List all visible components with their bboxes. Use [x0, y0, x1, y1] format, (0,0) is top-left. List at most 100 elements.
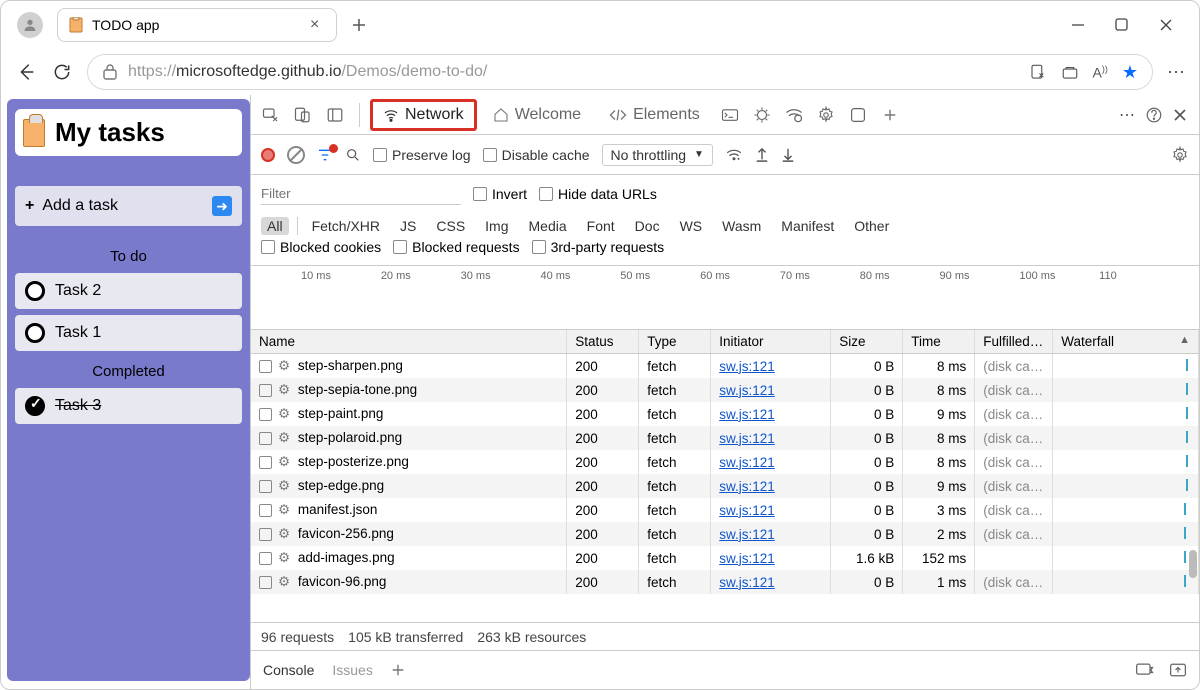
type-filter-doc[interactable]: Doc — [629, 217, 666, 235]
task-checkbox[interactable] — [25, 396, 45, 416]
table-row[interactable]: ⚙ add-images.png200fetchsw.js:1211.6 kB1… — [251, 546, 1199, 570]
window-close-icon[interactable] — [1159, 18, 1179, 32]
row-checkbox[interactable] — [259, 384, 272, 397]
invert-checkbox[interactable]: Invert — [473, 186, 527, 202]
row-checkbox[interactable] — [259, 360, 272, 373]
throttling-select[interactable]: No throttling ▼ — [602, 144, 713, 166]
table-row[interactable]: ⚙ step-posterize.png200fetchsw.js:1210 B… — [251, 450, 1199, 474]
refresh-button[interactable] — [51, 62, 73, 82]
drawer-add-tab-icon[interactable] — [391, 663, 405, 677]
type-filter-font[interactable]: Font — [581, 217, 621, 235]
help-icon[interactable] — [1145, 106, 1163, 124]
third-party-checkbox[interactable]: 3rd-party requests — [532, 239, 665, 255]
table-row[interactable]: ⚙ manifest.json200fetchsw.js:1210 B3 ms(… — [251, 498, 1199, 522]
column-fulfilled[interactable]: Fulfilled… — [975, 330, 1053, 354]
type-filter-ws[interactable]: WS — [674, 217, 709, 235]
tab-close-icon[interactable]: × — [310, 16, 326, 34]
browser-menu-icon[interactable]: ⋯ — [1167, 62, 1185, 83]
filter-input[interactable] — [261, 183, 461, 205]
network-conditions-toolbar-icon[interactable] — [725, 147, 743, 163]
row-checkbox[interactable] — [259, 576, 272, 589]
export-har-icon[interactable] — [781, 147, 795, 163]
blocked-requests-checkbox[interactable]: Blocked requests — [393, 239, 519, 255]
network-settings-icon[interactable] — [1171, 146, 1189, 164]
row-checkbox[interactable] — [259, 480, 272, 493]
task-item[interactable]: Task 2 — [15, 273, 242, 309]
column-size[interactable]: Size — [831, 330, 903, 354]
drawer-expand-icon[interactable] — [1169, 662, 1187, 678]
table-row[interactable]: ⚙ favicon-96.png200fetchsw.js:1210 B1 ms… — [251, 570, 1199, 594]
table-row[interactable]: ⚙ step-sepia-tone.png200fetchsw.js:1210 … — [251, 378, 1199, 402]
close-devtools-icon[interactable] — [1173, 108, 1187, 122]
tab-welcome[interactable]: Welcome — [481, 100, 593, 130]
task-item[interactable]: Task 1 — [15, 315, 242, 351]
row-checkbox[interactable] — [259, 504, 272, 517]
collections-icon[interactable] — [1061, 64, 1079, 80]
drawer-tab-console[interactable]: Console — [263, 662, 314, 678]
dock-side-icon[interactable] — [321, 101, 349, 129]
initiator-link[interactable]: sw.js:121 — [711, 474, 831, 498]
import-har-icon[interactable] — [755, 147, 769, 163]
type-filter-all[interactable]: All — [261, 217, 289, 235]
preserve-log-checkbox[interactable]: Preserve log — [373, 147, 471, 163]
type-filter-fetch/xhr[interactable]: Fetch/XHR — [306, 217, 386, 235]
table-row[interactable]: ⚙ step-edge.png200fetchsw.js:1210 B9 ms(… — [251, 474, 1199, 498]
edit-page-icon[interactable] — [1029, 63, 1047, 81]
task-checkbox[interactable] — [25, 323, 45, 343]
window-minimize-icon[interactable] — [1071, 18, 1091, 32]
task-checkbox[interactable] — [25, 281, 45, 301]
submit-task-button[interactable]: ➜ — [212, 196, 232, 216]
initiator-link[interactable]: sw.js:121 — [711, 450, 831, 474]
favorite-icon[interactable]: ★ — [1122, 62, 1138, 83]
back-button[interactable] — [15, 61, 37, 83]
drawer-errors-icon[interactable] — [1135, 662, 1155, 678]
network-conditions-icon[interactable] — [780, 101, 808, 129]
initiator-link[interactable]: sw.js:121 — [711, 522, 831, 546]
disable-cache-checkbox[interactable]: Disable cache — [483, 147, 590, 163]
more-tools-icon[interactable] — [844, 101, 872, 129]
initiator-link[interactable]: sw.js:121 — [711, 402, 831, 426]
table-row[interactable]: ⚙ step-paint.png200fetchsw.js:1210 B9 ms… — [251, 402, 1199, 426]
settings-gear-icon[interactable] — [812, 101, 840, 129]
more-icon[interactable]: ⋯ — [1119, 105, 1135, 125]
filter-toggle-icon[interactable] — [317, 147, 333, 163]
device-emulation-icon[interactable] — [289, 101, 317, 129]
initiator-link[interactable]: sw.js:121 — [711, 426, 831, 450]
table-row[interactable]: ⚙ step-polaroid.png200fetchsw.js:1210 B8… — [251, 426, 1199, 450]
read-aloud-icon[interactable]: A)) — [1093, 64, 1108, 81]
issues-icon[interactable] — [748, 101, 776, 129]
row-checkbox[interactable] — [259, 432, 272, 445]
type-filter-img[interactable]: Img — [479, 217, 514, 235]
column-initiator[interactable]: Initiator — [711, 330, 831, 354]
table-row[interactable]: ⚙ step-sharpen.png200fetchsw.js:1210 B8 … — [251, 354, 1199, 379]
command-menu-icon[interactable] — [716, 101, 744, 129]
column-status[interactable]: Status — [567, 330, 639, 354]
initiator-link[interactable]: sw.js:121 — [711, 498, 831, 522]
row-checkbox[interactable] — [259, 456, 272, 469]
initiator-link[interactable]: sw.js:121 — [711, 354, 831, 379]
record-button[interactable] — [261, 148, 275, 162]
drawer-tab-issues[interactable]: Issues — [332, 662, 372, 678]
clear-button[interactable] — [287, 146, 305, 164]
type-filter-css[interactable]: CSS — [430, 217, 471, 235]
initiator-link[interactable]: sw.js:121 — [711, 378, 831, 402]
row-checkbox[interactable] — [259, 528, 272, 541]
type-filter-manifest[interactable]: Manifest — [775, 217, 840, 235]
inspect-element-icon[interactable] — [257, 101, 285, 129]
timeline-overview[interactable]: 10 ms20 ms30 ms40 ms50 ms60 ms70 ms80 ms… — [251, 266, 1199, 330]
tab-network[interactable]: Network — [370, 99, 477, 131]
column-waterfall[interactable]: Waterfall▲ — [1053, 330, 1199, 354]
column-time[interactable]: Time — [903, 330, 975, 354]
address-bar[interactable]: https://microsoftedge.github.io/Demos/de… — [87, 54, 1153, 90]
add-task-input[interactable]: + Add a task ➜ — [15, 186, 242, 226]
new-tab-button[interactable] — [351, 17, 367, 33]
type-filter-js[interactable]: JS — [394, 217, 422, 235]
row-checkbox[interactable] — [259, 408, 272, 421]
window-maximize-icon[interactable] — [1115, 18, 1135, 32]
profile-avatar[interactable] — [17, 12, 43, 38]
initiator-link[interactable]: sw.js:121 — [711, 570, 831, 594]
initiator-link[interactable]: sw.js:121 — [711, 546, 831, 570]
add-tab-icon[interactable] — [876, 101, 904, 129]
scrollbar-thumb[interactable] — [1189, 550, 1197, 578]
hide-data-urls-checkbox[interactable]: Hide data URLs — [539, 186, 657, 202]
